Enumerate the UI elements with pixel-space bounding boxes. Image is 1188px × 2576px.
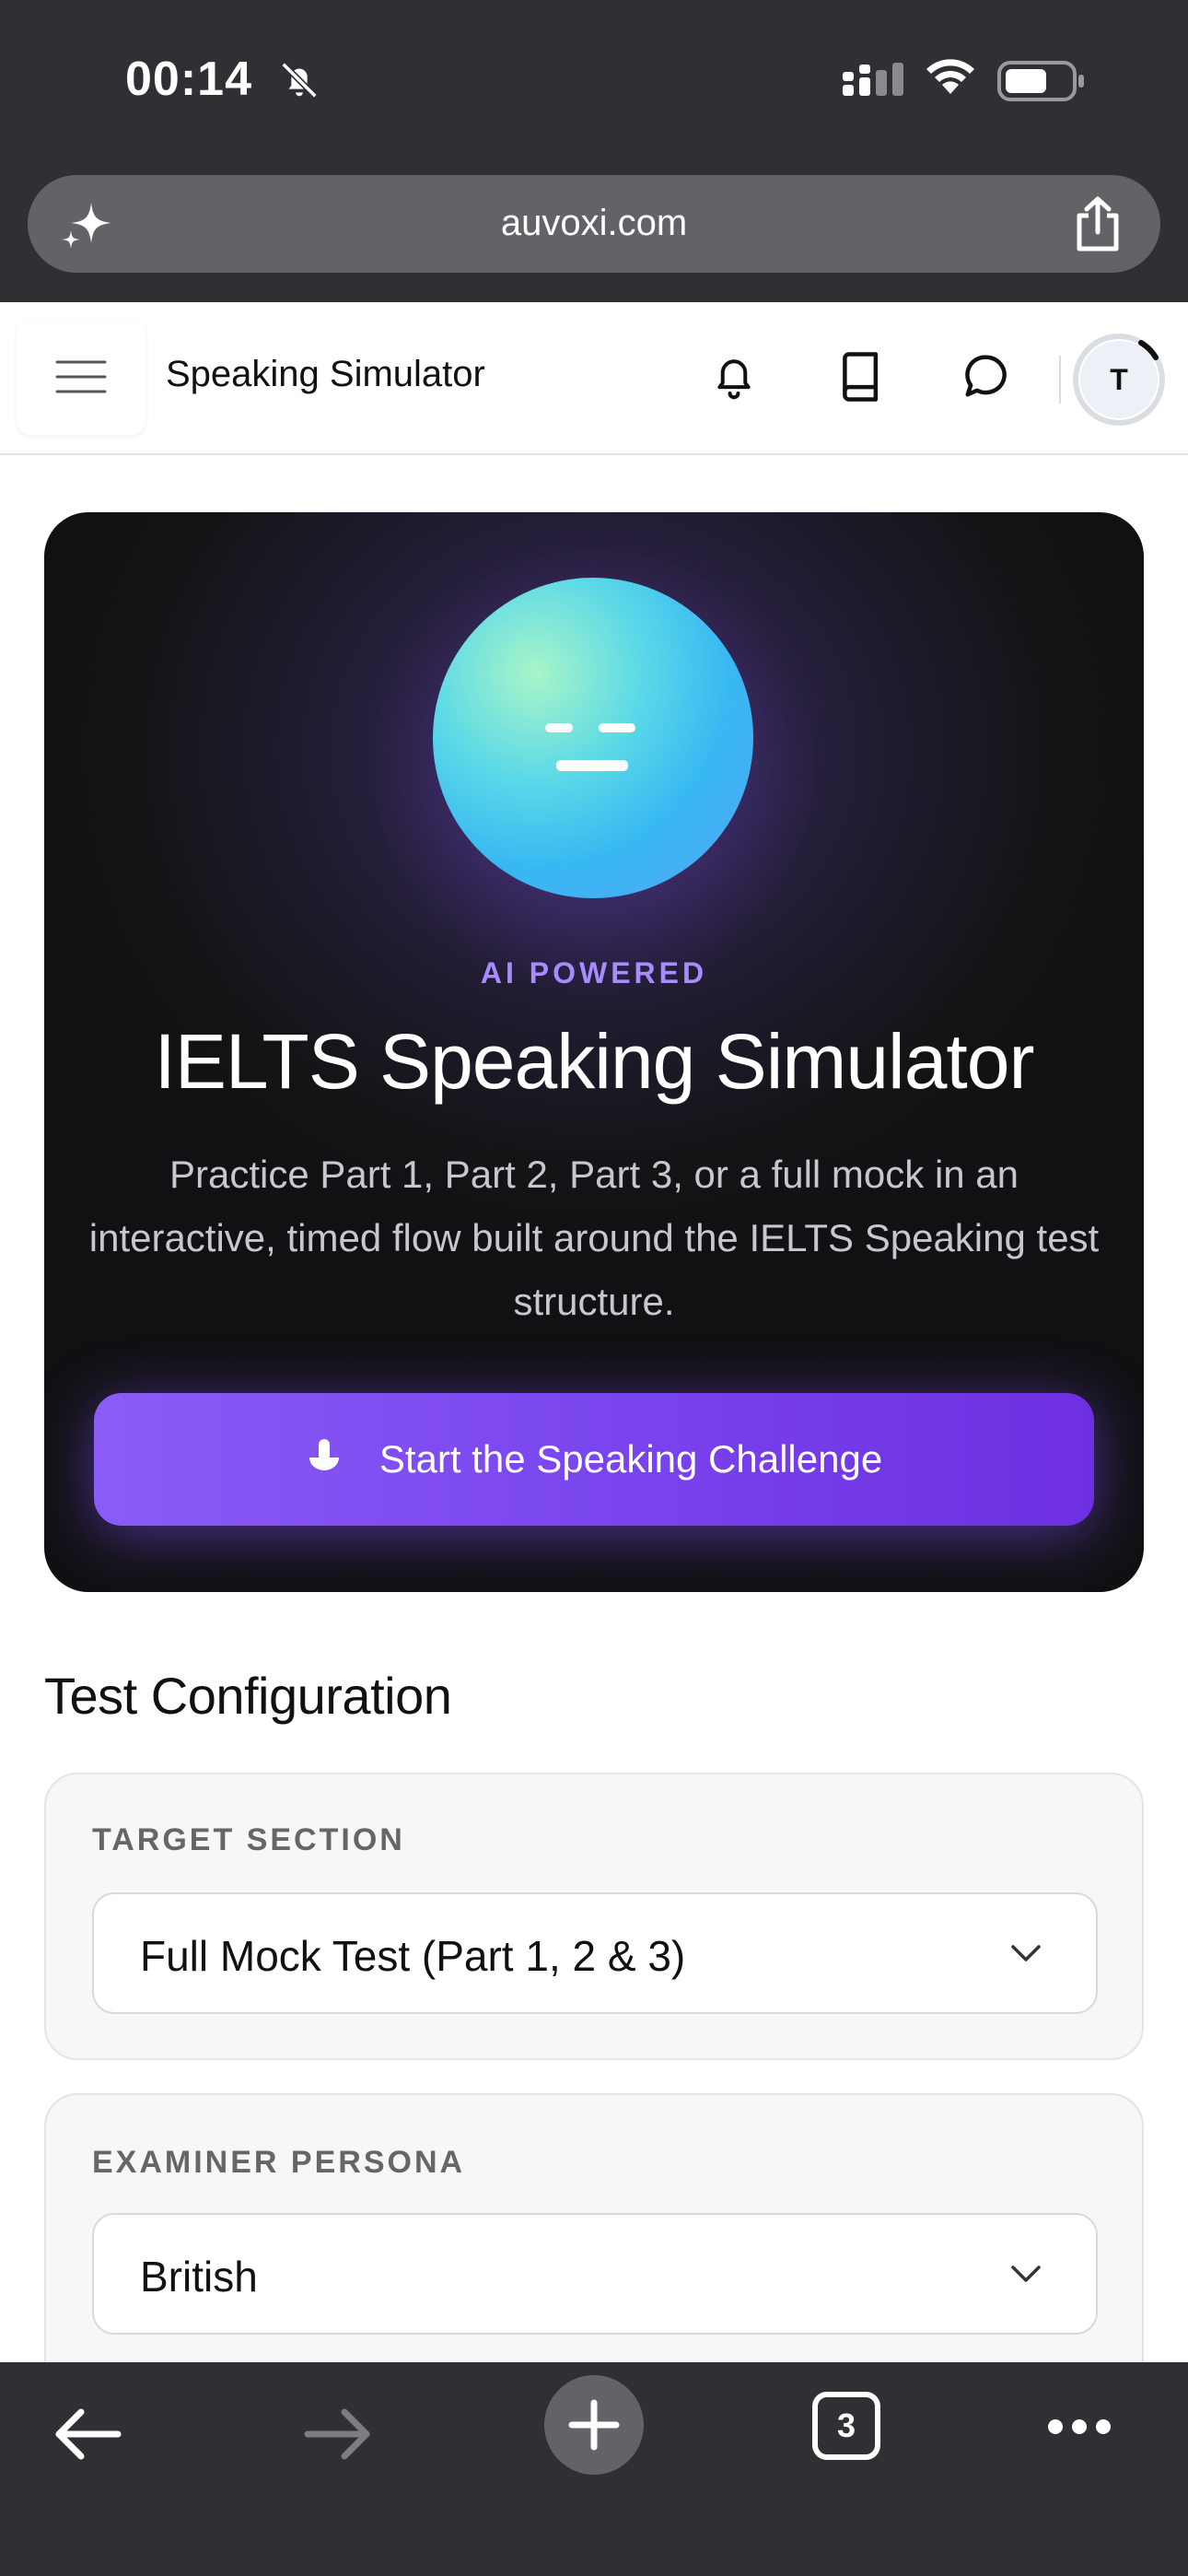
examiner-persona-value: British	[140, 2253, 258, 2301]
cellular-signal-icon	[843, 63, 903, 96]
address-bar[interactable]: auvoxi.com	[28, 175, 1160, 273]
avatar: T	[1080, 341, 1158, 418]
orb-right-eye	[599, 723, 635, 732]
target-section-value: Full Mock Test (Part 1, 2 & 3)	[140, 1932, 686, 1980]
hero-title: IELTS Speaking Simulator	[154, 1018, 1035, 1105]
hero-card: AI POWERED IELTS Speaking Simulator Prac…	[44, 512, 1144, 1592]
wifi-icon	[926, 59, 974, 94]
more-options-icon[interactable]	[1046, 2418, 1112, 2436]
new-tab-button[interactable]	[544, 2375, 644, 2475]
start-challenge-label: Start the Speaking Challenge	[379, 1437, 883, 1481]
examiner-persona-panel: EXAMINER PERSONA British	[44, 2093, 1144, 2406]
menu-button[interactable]	[17, 319, 146, 435]
examiner-persona-select[interactable]: British	[92, 2213, 1098, 2335]
header-divider	[1059, 356, 1061, 404]
avatar-button[interactable]: T	[1071, 332, 1167, 427]
chevron-down-icon	[1011, 1945, 1041, 1961]
hero-description: Practice Part 1, Part 2, Part 3, or a fu…	[88, 1153, 1100, 1323]
orb-mouth	[556, 760, 628, 771]
bell-off-icon	[281, 62, 318, 99]
book-icon[interactable]	[836, 350, 882, 404]
browser-toolbar: 3	[0, 2362, 1188, 2576]
ai-orb-avatar	[433, 578, 753, 898]
share-icon[interactable]	[1072, 195, 1124, 252]
forward-arrow-icon[interactable]	[304, 2406, 374, 2462]
hamburger-icon	[55, 360, 107, 393]
status-time: 00:14	[125, 53, 252, 106]
start-challenge-button[interactable]: Start the Speaking Challenge	[94, 1393, 1094, 1526]
target-section-panel: TARGET SECTION Full Mock Test (Part 1, 2…	[44, 1773, 1144, 2060]
url-text[interactable]: auvoxi.com	[28, 203, 1160, 244]
page-title: Speaking Simulator	[166, 354, 485, 394]
target-section-label: TARGET SECTION	[92, 1822, 405, 1857]
bell-icon[interactable]	[709, 350, 759, 404]
battery-icon	[997, 61, 1084, 101]
examiner-persona-label: EXAMINER PERSONA	[92, 2145, 466, 2180]
section-title: Test Configuration	[44, 1667, 452, 1725]
tabs-button[interactable]: 3	[812, 2392, 880, 2460]
plus-icon	[568, 2399, 620, 2451]
microphone-icon	[309, 1439, 339, 1470]
target-section-select[interactable]: Full Mock Test (Part 1, 2 & 3)	[92, 1892, 1098, 2014]
ai-powered-badge: AI POWERED	[480, 956, 708, 989]
chat-bubble-icon[interactable]	[961, 350, 1011, 402]
browser-top-chrome: 00:14 auvoxi.com	[0, 0, 1188, 302]
app-header: Speaking Simulator T	[0, 302, 1188, 455]
back-arrow-icon[interactable]	[52, 2406, 122, 2462]
orb-left-eye	[545, 723, 573, 732]
chevron-down-icon	[1011, 2266, 1041, 2282]
